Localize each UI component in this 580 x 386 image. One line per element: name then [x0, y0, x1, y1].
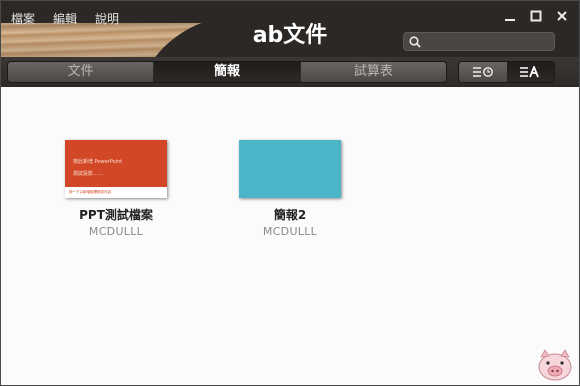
thumb-subtitle-text: 測試投影…… — [73, 171, 104, 177]
tab-documents[interactable]: 文件 — [8, 62, 155, 82]
pig-watermark-icon — [538, 349, 572, 381]
maximize-button[interactable] — [529, 9, 543, 23]
file-name: 簡報2 — [273, 208, 307, 222]
file-item[interactable]: 按此新增 PowerPoint 測試投影…… 按一下以新增副標題或內容 PPT測… — [51, 140, 181, 238]
maximize-icon — [530, 10, 542, 22]
thumb-footer-text: 按一下以新增副標題或內容 — [69, 190, 111, 194]
tab-spreadsheets[interactable]: 試算表 — [300, 62, 446, 82]
search-box[interactable] — [403, 32, 555, 51]
search-input[interactable] — [426, 34, 552, 50]
window-controls — [503, 9, 569, 23]
search-icon — [409, 36, 421, 48]
file-author: MCDULLL — [88, 225, 144, 238]
app-window: 檔案 編輯 說明 ab文件 文件 簡報 試算表 按此新增 PowerPoint … — [0, 0, 580, 386]
sort-by-name-button[interactable] — [506, 62, 554, 82]
file-item[interactable]: 簡報2 MCDULLL — [225, 140, 355, 238]
file-thumbnail — [239, 140, 341, 198]
sort-toggle — [458, 61, 555, 83]
file-author: MCDULLL — [262, 225, 318, 238]
close-button[interactable] — [555, 9, 569, 23]
file-thumbnail: 按此新增 PowerPoint 測試投影…… 按一下以新增副標題或內容 — [65, 140, 167, 198]
close-icon — [557, 11, 567, 21]
thumb-title-text: 按此新增 PowerPoint — [73, 159, 123, 165]
list-clock-icon — [472, 67, 493, 77]
file-name: PPT測試檔案 — [79, 208, 153, 222]
sort-by-time-button[interactable] — [459, 62, 507, 82]
category-tabs: 文件 簡報 試算表 — [7, 61, 447, 83]
header: 檔案 編輯 說明 ab文件 文件 簡報 試算表 — [1, 1, 579, 87]
tab-presentations[interactable]: 簡報 — [154, 62, 301, 82]
list-alpha-icon — [520, 66, 540, 78]
minimize-icon — [505, 19, 515, 21]
minimize-button[interactable] — [503, 9, 517, 23]
file-grid: 按此新增 PowerPoint 測試投影…… 按一下以新增副標題或內容 PPT測… — [1, 87, 579, 385]
